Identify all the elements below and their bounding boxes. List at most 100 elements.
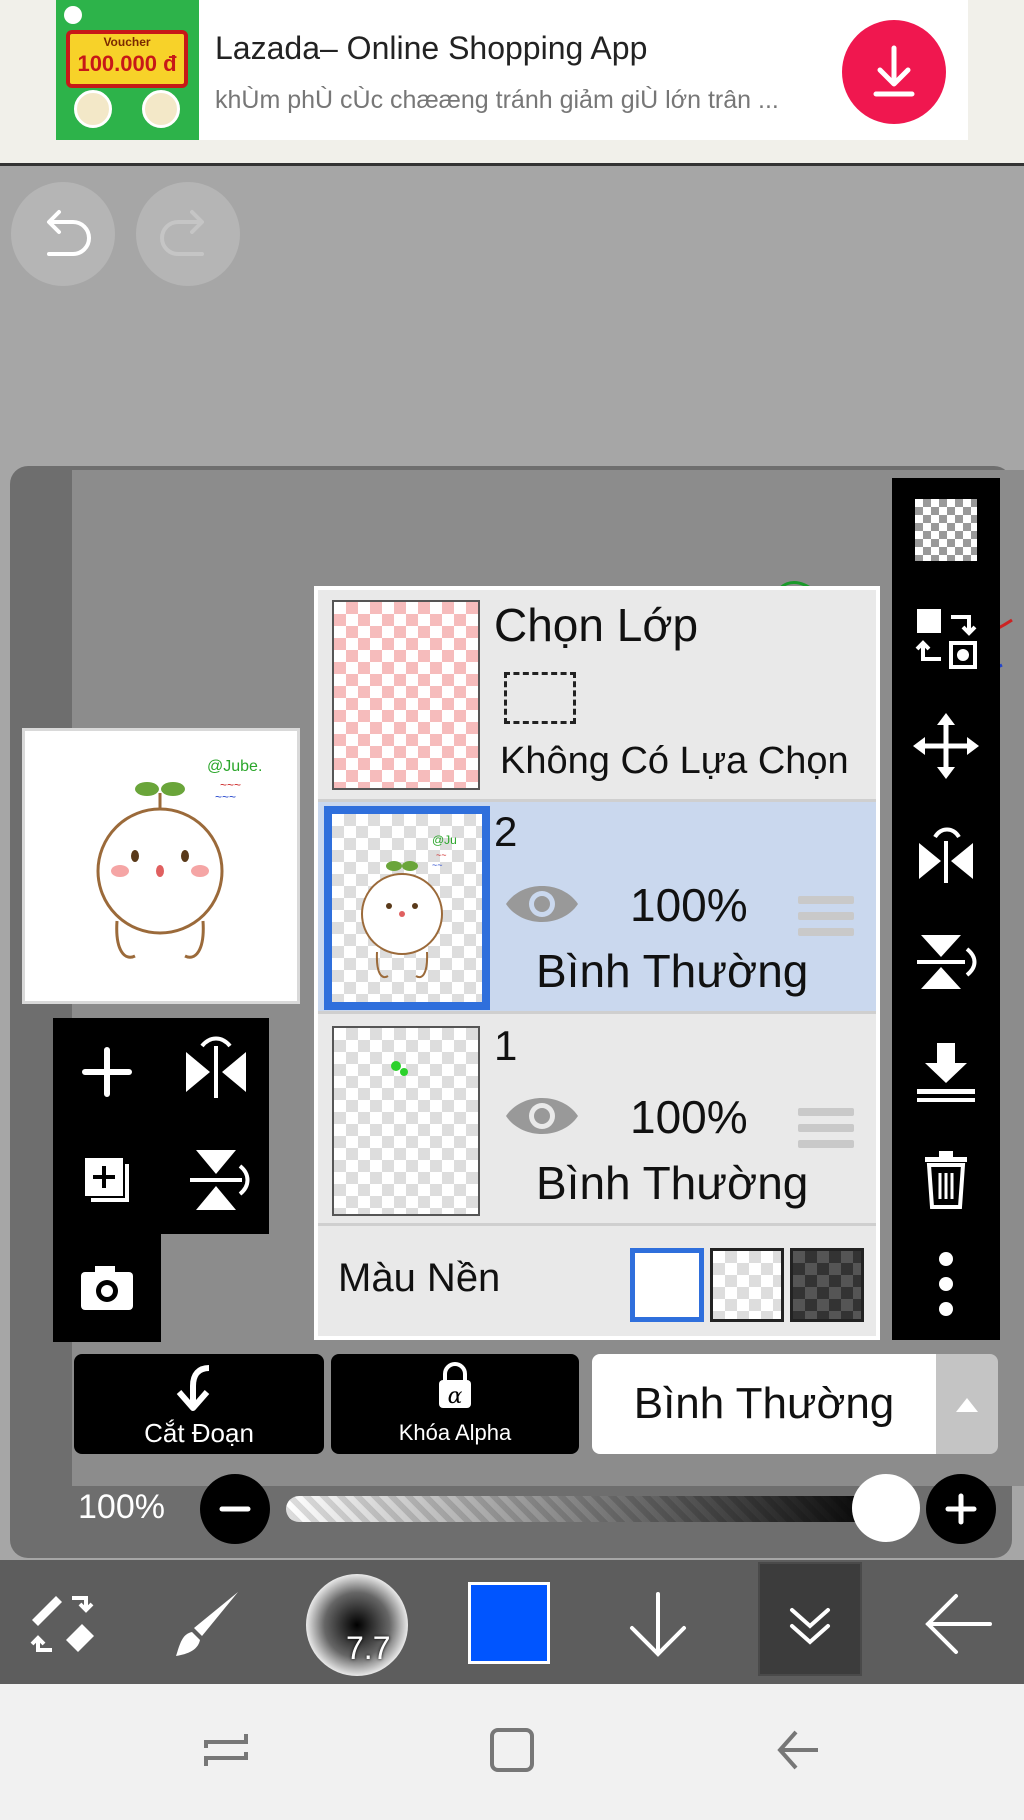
ad-logo-icon (64, 6, 82, 24)
flip-horizontal-icon (919, 827, 973, 883)
system-back-icon[interactable] (768, 1720, 828, 1780)
ad-download-button[interactable] (842, 20, 946, 124)
recent-apps-icon[interactable] (196, 1720, 256, 1780)
flip-horizontal-button[interactable] (892, 804, 1000, 904)
background-color-row: Màu Nền (318, 1226, 876, 1336)
blend-mode-value: Bình Thường (633, 1379, 895, 1428)
transparency-button[interactable] (892, 480, 1000, 580)
selection-layer-thumbnail (332, 600, 480, 790)
visibility-eye-icon[interactable] (502, 1090, 582, 1142)
right-toolbar (892, 478, 1000, 1340)
voucher-amount: 100.000 đ (77, 51, 177, 76)
opacity-slider-knob[interactable] (852, 1474, 920, 1542)
flip-vertical-icon (190, 1150, 250, 1210)
canvas-preview: @Jube. ~~~ ~~~ (22, 728, 300, 1004)
svg-text:~~~: ~~~ (215, 790, 236, 804)
layers-toggle-button[interactable] (758, 1562, 862, 1676)
caret-up-icon (956, 1398, 978, 1412)
swap-icon (915, 609, 977, 669)
alpha-lock-button[interactable]: α Khóa Alpha (331, 1354, 579, 1454)
home-icon[interactable] (482, 1720, 542, 1780)
ad-thumbnail[interactable]: Voucher 100.000 đ (56, 0, 199, 140)
plus-icon (945, 1493, 977, 1525)
ad-subtitle[interactable]: khÙm phÙ cÙc chææng tránh giảm giÙ lớn t… (215, 86, 815, 115)
arrow-down-icon[interactable] (618, 1584, 698, 1664)
add-layer-button[interactable] (57, 1022, 157, 1122)
trash-icon (925, 1151, 967, 1209)
camera-icon (81, 1266, 133, 1310)
background-transparent-option[interactable] (710, 1248, 784, 1322)
duplicate-icon (85, 1158, 129, 1202)
redo-button[interactable] (136, 182, 240, 286)
bottom-toolbar: 7.7 (0, 1560, 1024, 1684)
brush-size-value: 7.7 (346, 1630, 391, 1666)
flip-vertical-layer-button[interactable] (166, 1130, 266, 1230)
svg-text:@Jube.: @Jube. (207, 758, 262, 775)
layer-opacity: 100% (630, 879, 748, 931)
ad-voucher: Voucher 100.000 đ (66, 30, 188, 88)
clip-button[interactable]: Cắt Đoạn (74, 1354, 324, 1454)
ad-banner[interactable]: Voucher 100.000 đ Lazada– Online Shoppin… (0, 0, 1024, 166)
duplicate-layer-button[interactable] (57, 1130, 157, 1230)
tool-switch-icon[interactable] (22, 1584, 102, 1664)
coin-icon (142, 90, 180, 128)
selection-layer-row[interactable]: Chọn Lớp Không Có Lựa Chọn (318, 590, 876, 802)
background-white-option[interactable] (630, 1248, 704, 1322)
layer-blend-mode: Bình Thường (536, 945, 809, 997)
brush-size-button[interactable]: 7.7 (306, 1574, 408, 1676)
undo-button[interactable] (11, 182, 115, 286)
selection-status: Không Có Lựa Chọn (500, 740, 849, 782)
flip-vertical-icon (917, 935, 977, 989)
svg-text:~~: ~~ (432, 860, 443, 870)
visibility-eye-icon[interactable] (502, 878, 582, 930)
delete-layer-button[interactable] (892, 1128, 1000, 1228)
opacity-slider[interactable] (286, 1496, 886, 1522)
layer-opacity: 100% (630, 1091, 748, 1143)
drag-handle-icon[interactable] (798, 1108, 854, 1156)
opacity-decrease-button[interactable] (200, 1474, 270, 1544)
move-button[interactable] (892, 696, 1000, 796)
flip-horizontal-icon (186, 1036, 246, 1098)
brush-icon[interactable] (168, 1584, 248, 1664)
color-swatch-button[interactable] (468, 1582, 550, 1664)
ad-title[interactable]: Lazada– Online Shopping App (215, 30, 647, 67)
redo-icon (160, 210, 204, 256)
background-dark-option[interactable] (790, 1248, 864, 1322)
move-icon (913, 713, 979, 779)
layer-thumbnail: @Ju ~~ ~~ (324, 806, 490, 1010)
merge-down-button[interactable] (892, 1020, 1000, 1120)
layer-name: 1 (494, 1022, 518, 1069)
selection-layer-title: Chọn Lớp (494, 599, 699, 651)
layer-list: Chọn Lớp Không Có Lựa Chọn @Ju ~~ ~~ 2 1… (314, 586, 880, 1340)
layer-blend-mode: Bình Thường (536, 1157, 809, 1209)
flip-vertical-button[interactable] (892, 912, 1000, 1012)
selection-marquee-icon (504, 672, 576, 724)
double-chevron-down-icon (790, 1608, 830, 1645)
svg-text:α: α (448, 1384, 463, 1409)
more-options-button[interactable] (892, 1234, 1000, 1334)
layer-row[interactable]: @Ju ~~ ~~ 2 100% Bình Thường (318, 802, 876, 1014)
background-color-label: Màu Nền (338, 1256, 501, 1300)
minus-icon (219, 1506, 251, 1512)
download-icon (873, 45, 915, 97)
clip-arrow-icon (176, 1365, 210, 1411)
checkerboard-icon (915, 499, 977, 561)
blend-mode-dropdown[interactable] (936, 1354, 998, 1454)
back-arrow-icon[interactable] (918, 1584, 998, 1664)
flip-horizontal-layer-button[interactable] (166, 1022, 266, 1122)
undo-icon (47, 210, 91, 256)
svg-text:~~: ~~ (436, 850, 447, 860)
layer-name: 2 (494, 808, 518, 855)
alpha-lock-icon: α (439, 1362, 471, 1409)
alpha-lock-label: Khóa Alpha (398, 1420, 512, 1445)
swap-layer-button[interactable] (892, 588, 1000, 688)
clip-label: Cắt Đoạn (144, 1418, 254, 1448)
opacity-increase-button[interactable] (926, 1474, 996, 1544)
camera-button[interactable] (57, 1238, 157, 1338)
system-nav-bar (0, 1684, 1024, 1820)
layer-row[interactable]: 1 100% Bình Thường (318, 1014, 876, 1226)
blend-mode-select[interactable]: Bình Thường (592, 1354, 936, 1454)
more-vertical-icon (939, 1252, 953, 1316)
coin-icon (74, 90, 112, 128)
drag-handle-icon[interactable] (798, 896, 854, 944)
